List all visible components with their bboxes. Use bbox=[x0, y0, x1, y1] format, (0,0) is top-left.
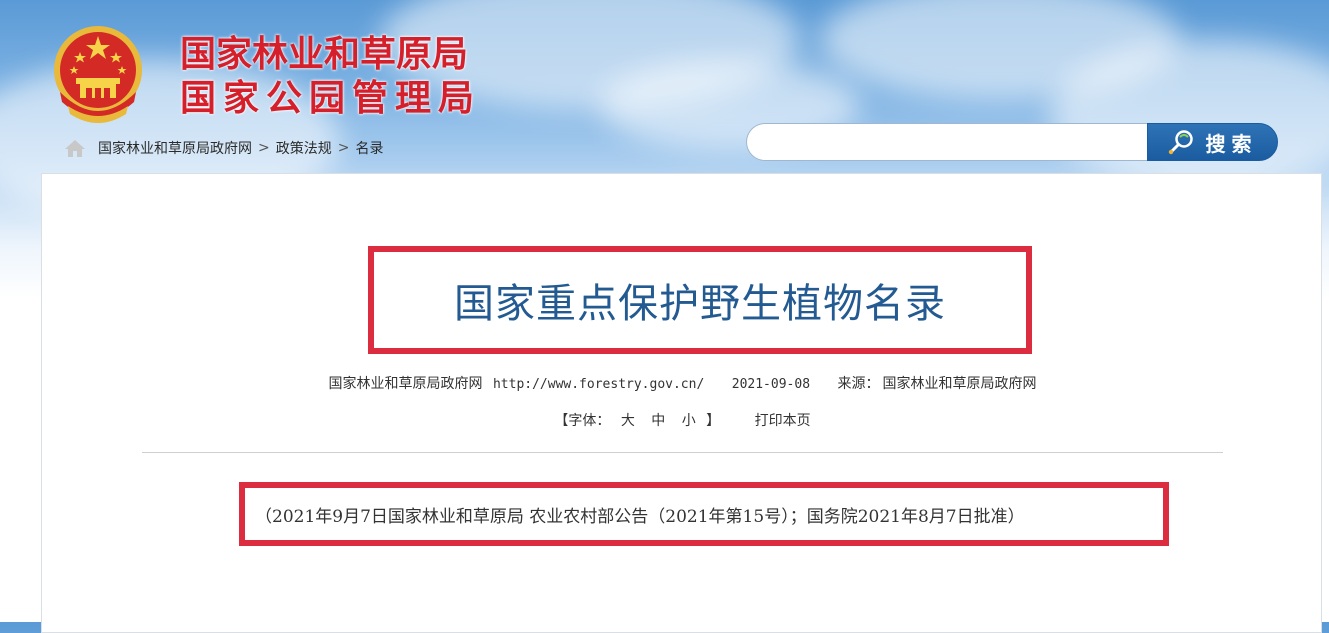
search-button-label: 搜索 bbox=[1205, 131, 1258, 156]
meta-date: 2021-09-08 bbox=[731, 377, 811, 392]
meta-source-label: 来源： bbox=[837, 376, 880, 392]
font-size-label: 【字体： bbox=[554, 413, 611, 429]
breadcrumb-separator: > bbox=[258, 140, 270, 156]
article-panel: 国家重点保护野生植物名录 国家林业和草原局政府网 http://www.fore… bbox=[41, 173, 1322, 633]
font-size-large[interactable]: 大 bbox=[621, 413, 635, 429]
font-size-medium[interactable]: 中 bbox=[651, 413, 665, 429]
site-header: 国家林业和草原局 国家公园管理局 国家林业和草原局政府网 > 政策法规 > 名录… bbox=[0, 0, 1329, 172]
breadcrumb-item-policy[interactable]: 政策法规 bbox=[276, 138, 332, 158]
article-tools: 【字体： 大 中 小 】 打印本页 bbox=[42, 410, 1323, 430]
print-page-link[interactable]: 打印本页 bbox=[755, 413, 811, 429]
search-input[interactable] bbox=[746, 123, 1183, 161]
article-title: 国家重点保护野生植物名录 bbox=[454, 281, 946, 327]
agency-name-line2: 国家公园管理局 bbox=[180, 78, 482, 119]
home-icon[interactable] bbox=[64, 138, 86, 158]
divider bbox=[142, 452, 1223, 453]
agency-brand[interactable]: 国家林业和草原局 国家公园管理局 bbox=[180, 34, 481, 120]
national-emblem-icon[interactable] bbox=[50, 22, 146, 126]
announcement-note: （2021年9月7日国家林业和草原局 农业农村部公告（2021年第15号）；国务… bbox=[255, 506, 1025, 527]
breadcrumb-item-directory[interactable]: 名录 bbox=[355, 138, 383, 158]
breadcrumb: 国家林业和草原局政府网 > 政策法规 > 名录 bbox=[64, 136, 383, 160]
font-size-small[interactable]: 小 bbox=[682, 413, 696, 429]
search-bar: 搜索 bbox=[746, 123, 1278, 163]
article-meta: 国家林业和草原局政府网 http://www.forestry.gov.cn/ … bbox=[42, 373, 1323, 393]
search-button[interactable]: 搜索 bbox=[1147, 123, 1278, 161]
breadcrumb-separator: > bbox=[337, 140, 350, 156]
meta-source: 国家林业和草原局政府网 bbox=[882, 376, 1037, 392]
breadcrumb-item-home[interactable]: 国家林业和草原局政府网 bbox=[98, 138, 252, 158]
meta-site: 国家林业和草原局政府网 bbox=[328, 376, 483, 392]
notice-highlight-box: （2021年9月7日国家林业和草原局 农业农村部公告（2021年第15号）；国务… bbox=[239, 482, 1169, 546]
search-icon bbox=[1168, 130, 1193, 155]
agency-name-line1: 国家林业和草原局 bbox=[180, 34, 469, 75]
title-highlight-box: 国家重点保护野生植物名录 bbox=[368, 246, 1032, 354]
font-size-close: 】 bbox=[706, 413, 721, 429]
meta-url[interactable]: http://www.forestry.gov.cn/ bbox=[493, 377, 704, 392]
